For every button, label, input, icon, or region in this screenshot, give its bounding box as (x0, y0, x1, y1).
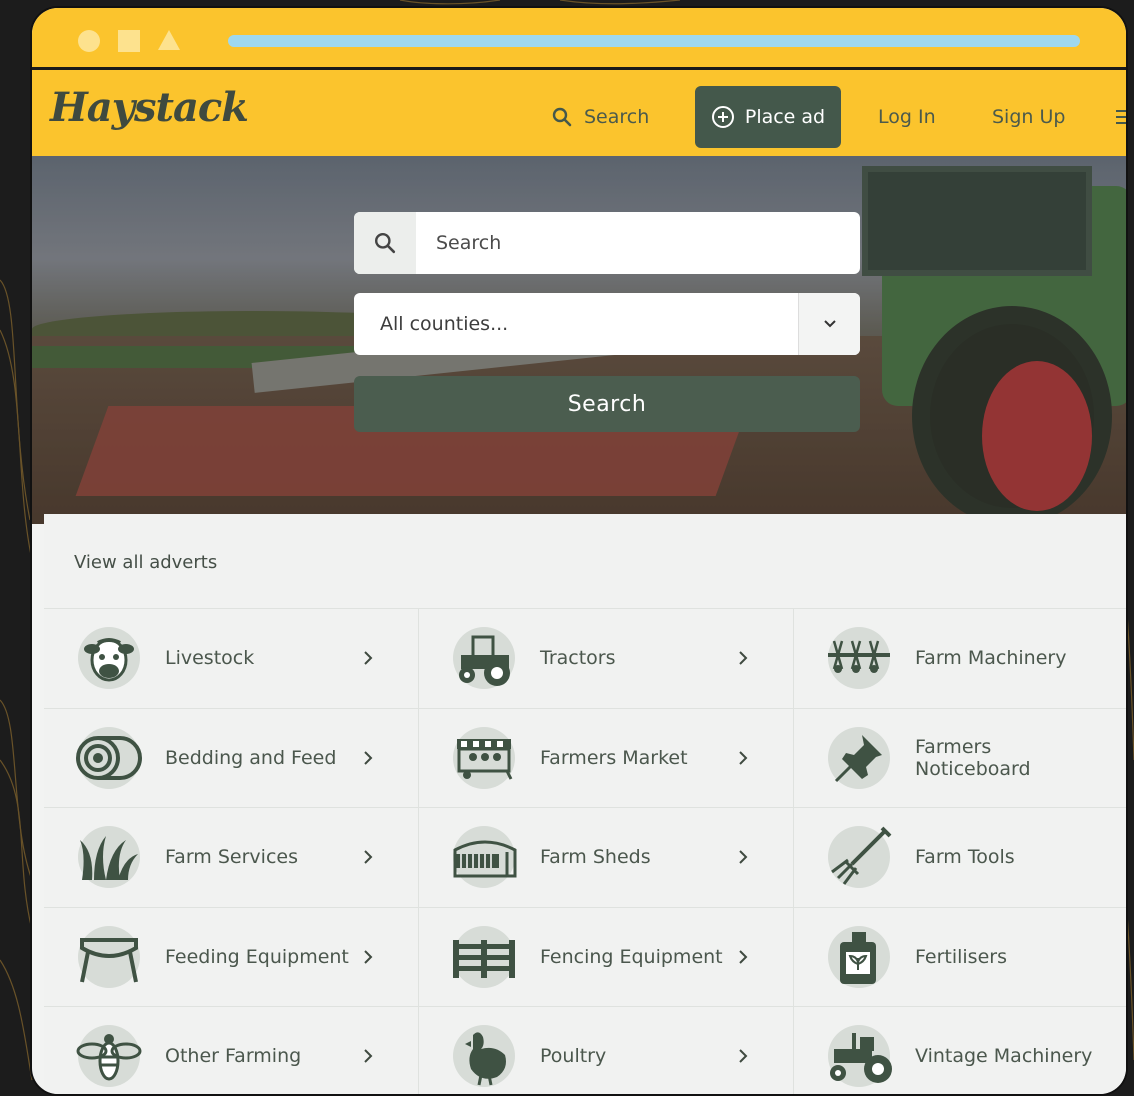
search-input[interactable] (416, 232, 836, 254)
county-select-value: All counties... (380, 313, 509, 335)
category-item[interactable]: Farmers Noticeboard (794, 709, 1126, 808)
category-row: Feeding Equipment Fencing Equipment Fert… (44, 906, 1126, 1007)
category-label: Farmers Market (540, 746, 688, 769)
search-icon (354, 212, 416, 274)
menu-icon[interactable] (1116, 86, 1126, 148)
place-ad-label: Place ad (744, 106, 826, 128)
address-bar[interactable] (228, 35, 1080, 47)
category-item[interactable]: Poultry (419, 1007, 794, 1094)
category-item[interactable]: Feeding Equipment (44, 907, 419, 1006)
pushpin-icon (828, 726, 890, 789)
shed-icon (453, 826, 517, 889)
category-item[interactable]: Fertilisers (794, 908, 1126, 1007)
chevron-right-icon (362, 949, 374, 965)
category-label: Feeding Equipment (165, 945, 349, 968)
category-label: Other Farming (165, 1045, 302, 1068)
category-label: Farm Machinery (915, 647, 1067, 670)
category-label: Farm Services (165, 846, 298, 869)
signup-link[interactable]: Sign Up (992, 86, 1065, 148)
pitchfork-icon (828, 826, 892, 889)
site-header: Haystack Search Place ad Log In Sign Up (32, 70, 1126, 156)
market-stall-icon (453, 726, 515, 789)
search-icon (552, 107, 572, 127)
chevron-right-icon (362, 650, 374, 666)
chevron-right-icon (737, 1048, 749, 1064)
chevron-right-icon (737, 650, 749, 666)
category-item[interactable]: Farm Services (44, 808, 419, 907)
nav-search-link[interactable]: Search (552, 86, 649, 148)
category-label: Fertilisers (915, 945, 1007, 968)
chevron-right-icon (362, 750, 374, 766)
county-select[interactable]: All counties... (354, 293, 860, 355)
chevron-right-icon (737, 849, 749, 865)
category-row: Bedding and Feed Farmers Market Farmers … (44, 707, 1126, 808)
category-row: Livestock Tractors Farm Machinery (44, 608, 1126, 708)
category-item[interactable]: Bedding and Feed (44, 708, 419, 807)
nav-search-label: Search (584, 106, 650, 128)
window-triangle-icon (158, 30, 180, 50)
category-item[interactable]: Tractors (419, 609, 794, 708)
bee-icon (76, 1025, 142, 1088)
hay-bale-icon (76, 726, 142, 789)
fertiliser-icon (828, 925, 890, 988)
category-label: Tractors (540, 647, 616, 670)
tractor-icon (453, 627, 515, 690)
place-ad-button[interactable]: Place ad (695, 86, 841, 148)
category-item[interactable]: Fencing Equipment (419, 907, 794, 1006)
hero-search-field[interactable] (354, 212, 860, 274)
category-label: Farmers Noticeboard (915, 735, 1031, 780)
browser-chrome (32, 8, 1126, 70)
category-label: Farm Sheds (540, 846, 651, 869)
browser-window: Haystack Search Place ad Log In Sign Up (32, 8, 1126, 1094)
category-item[interactable]: Farm Machinery (794, 609, 1126, 708)
login-link[interactable]: Log In (878, 86, 936, 148)
category-item[interactable]: Other Farming (44, 1007, 419, 1094)
chicken-icon (453, 1025, 515, 1088)
chevron-right-icon (362, 1048, 374, 1064)
window-circle-icon (78, 30, 100, 52)
plus-circle-icon (711, 106, 734, 128)
chevron-down-icon[interactable] (798, 293, 860, 355)
vintage-tractor-icon (828, 1025, 892, 1088)
category-label: Livestock (165, 647, 255, 670)
category-label: Poultry (540, 1045, 607, 1068)
category-label: Farm Tools (915, 846, 1015, 869)
feeder-icon (78, 925, 140, 988)
category-row: Other Farming Poultry Vintage Machinery (44, 1006, 1126, 1094)
category-label: Fencing Equipment (540, 945, 723, 968)
chevron-right-icon (737, 750, 749, 766)
category-grid: Livestock Tractors Farm Machinery Beddin… (44, 608, 1126, 1094)
category-item[interactable]: Farmers Market (419, 708, 794, 807)
category-item[interactable]: Livestock (44, 609, 419, 708)
category-item[interactable]: Farm Tools (794, 808, 1126, 907)
cow-icon (78, 627, 140, 690)
category-label: Vintage Machinery (915, 1045, 1093, 1068)
haystack-logo[interactable]: Haystack (50, 84, 249, 131)
grass-icon (78, 826, 140, 889)
view-all-adverts-link[interactable]: View all adverts (74, 552, 217, 573)
chevron-right-icon (737, 949, 749, 965)
window-square-icon (118, 30, 140, 52)
categories-panel: View all adverts Livestock Tractors Farm… (44, 514, 1126, 1094)
tedder-icon (828, 627, 890, 690)
hero-search-button[interactable]: Search (354, 376, 860, 432)
category-row: Farm Services Farm Sheds Farm Tools (44, 807, 1126, 907)
fence-icon (453, 925, 515, 988)
category-label: Bedding and Feed (165, 746, 337, 769)
category-item[interactable]: Vintage Machinery (794, 1007, 1126, 1094)
chevron-right-icon (362, 849, 374, 865)
category-item[interactable]: Farm Sheds (419, 808, 794, 907)
